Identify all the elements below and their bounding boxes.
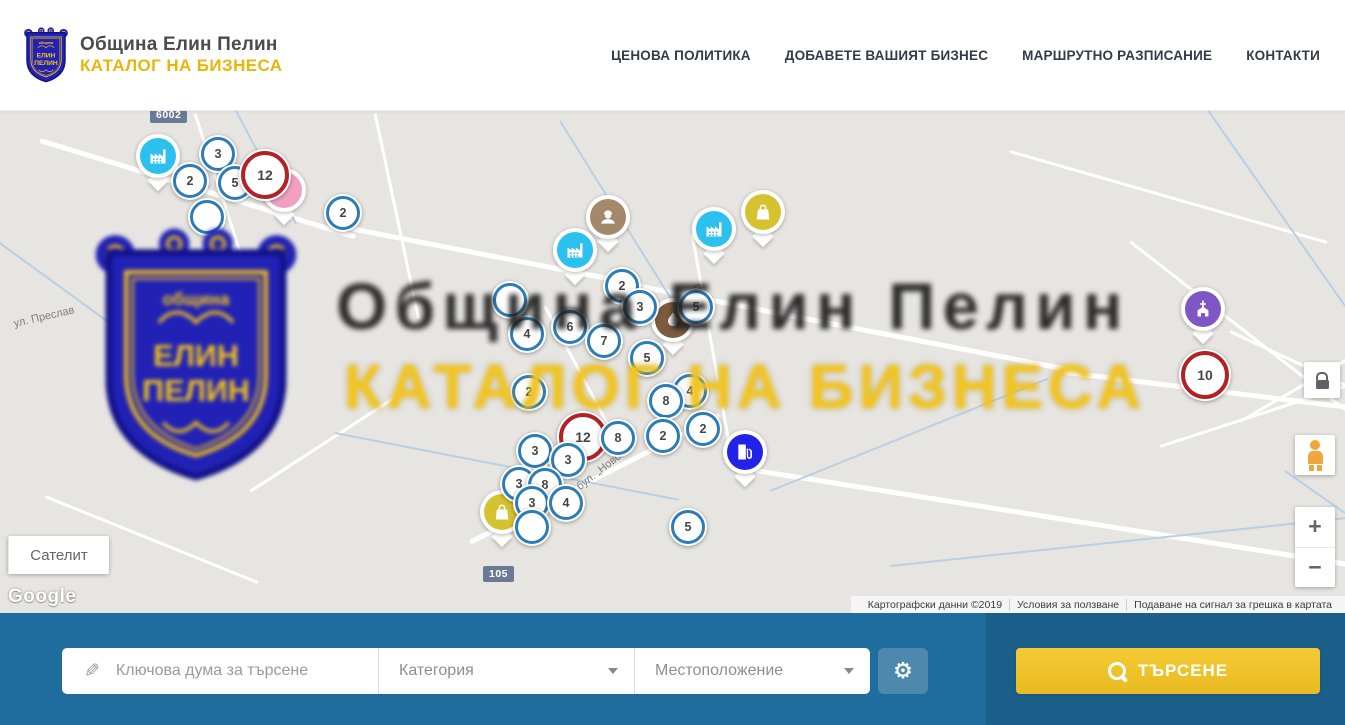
cluster-marker[interactable]: 2 — [510, 373, 548, 411]
pegman-icon — [1310, 440, 1320, 450]
street-view-pegman-button[interactable] — [1295, 435, 1335, 475]
cluster-marker[interactable] — [513, 508, 551, 546]
chevron-down-icon — [608, 668, 618, 674]
site-subtitle: КАТАЛОГ НА БИЗНЕСА — [80, 56, 282, 76]
map-type-control: Карта Сателит — [8, 536, 109, 574]
cluster-marker[interactable]: 4 — [508, 315, 546, 353]
keyword-search-input[interactable] — [114, 661, 338, 681]
cluster-marker[interactable]: 5 — [677, 288, 715, 326]
pin-marker[interactable] — [691, 207, 737, 264]
map-attribution: Картографски данни ©2019 Условия за полз… — [851, 596, 1345, 613]
cluster-marker[interactable]: 2 — [324, 194, 362, 232]
header: община ЕЛИН ПЕЛИН Община Елин Пелин КАТА… — [0, 0, 1345, 111]
search-group: ✎ Категория Местоположение — [62, 648, 870, 694]
factory-icon — [696, 211, 732, 247]
svg-text:ЕЛИН: ЕЛИН — [37, 52, 56, 59]
cluster-marker[interactable]: 5 — [669, 508, 707, 546]
zoom-control: + − — [1295, 507, 1335, 587]
page: община ЕЛИН ПЕЛИН Община Елин Пелин КАТА… — [0, 0, 1345, 725]
map-data-copyright: Картографски данни ©2019 — [861, 599, 1009, 611]
municipality-crest-icon: община ЕЛИН ПЕЛИН — [22, 26, 70, 84]
terms-of-use-link[interactable]: Условия за ползване — [1009, 599, 1126, 611]
cluster-marker[interactable]: 2 — [684, 410, 722, 448]
nav-contacts[interactable]: КОНТАКТИ — [1246, 48, 1320, 63]
pencil-icon: ✎ — [84, 660, 100, 683]
main-nav: ЦЕНОВА ПОЛИТИКА ДОБАВЕТЕ ВАШИЯТ БИЗНЕС М… — [611, 0, 1320, 110]
category-select[interactable]: Категория — [378, 648, 634, 694]
pin-marker[interactable] — [552, 228, 598, 285]
location-select[interactable]: Местоположение — [634, 648, 870, 694]
keyword-field-wrap: ✎ — [62, 648, 378, 694]
cluster-marker[interactable]: 2 — [171, 162, 209, 200]
site-logo[interactable]: община ЕЛИН ПЕЛИН Община Елин Пелин КАТА… — [22, 26, 282, 84]
pin-marker[interactable] — [740, 190, 786, 247]
zoom-out-button[interactable]: − — [1295, 548, 1335, 588]
svg-text:ПЕЛИН: ПЕЛИН — [34, 60, 58, 67]
fuel-icon — [727, 434, 763, 470]
report-map-error-link[interactable]: Подаване на сигнал за грешка в картата — [1126, 599, 1339, 611]
location-select-value: Местоположение — [655, 662, 783, 680]
nav-pricing-policy[interactable]: ЦЕНОВА ПОЛИТИКА — [611, 48, 751, 63]
site-title: Община Елин Пелин — [80, 34, 282, 56]
category-select-value: Категория — [399, 662, 474, 680]
bag-icon — [745, 194, 781, 230]
pin-marker[interactable] — [1180, 287, 1226, 344]
chevron-down-icon — [844, 668, 854, 674]
pin-marker[interactable] — [722, 430, 768, 487]
search-icon — [1108, 662, 1126, 680]
search-bar: ✎ Категория Местоположение ⚙ ТЪРСЕНЕ — [0, 613, 1345, 725]
church-icon — [1185, 291, 1221, 327]
cluster-marker[interactable]: 8 — [599, 419, 637, 457]
nav-add-business[interactable]: ДОБАВЕТЕ ВАШИЯТ БИЗНЕС — [785, 48, 988, 63]
lock-icon — [1316, 372, 1328, 380]
cluster-marker[interactable] — [491, 281, 529, 319]
satellite-view-button[interactable]: Сателит — [8, 536, 109, 574]
gear-icon: ⚙ — [893, 658, 913, 684]
cluster-marker[interactable]: 10 — [1179, 349, 1231, 401]
factory-icon — [140, 138, 176, 174]
cluster-marker[interactable]: 5 — [628, 339, 666, 377]
cluster-marker[interactable]: 8 — [647, 382, 685, 420]
nav-route-schedule[interactable]: МАРШРУТНО РАЗПИСАНИЕ — [1022, 48, 1212, 63]
cluster-marker[interactable]: 7 — [585, 322, 623, 360]
google-logo[interactable]: Google — [8, 586, 76, 608]
cluster-marker[interactable]: 3 — [621, 288, 659, 326]
cluster-marker[interactable]: 4 — [547, 484, 585, 522]
lock-button[interactable] — [1304, 362, 1340, 398]
map-canvas[interactable]: 6002 105 ул. Преславбул. „Новоселция 325… — [0, 110, 1345, 613]
factory-icon — [557, 232, 593, 268]
map-markers-layer: 325122235467524822128333834510 — [0, 110, 1345, 613]
cluster-marker[interactable]: 12 — [239, 149, 291, 201]
cluster-marker[interactable] — [188, 198, 226, 236]
advanced-settings-button[interactable]: ⚙ — [878, 648, 928, 694]
cluster-marker[interactable]: 2 — [644, 417, 682, 455]
zoom-in-button[interactable]: + — [1295, 507, 1335, 548]
search-button[interactable]: ТЪРСЕНЕ — [1016, 648, 1320, 694]
cluster-marker[interactable]: 6 — [551, 308, 589, 346]
svg-text:община: община — [39, 41, 54, 45]
